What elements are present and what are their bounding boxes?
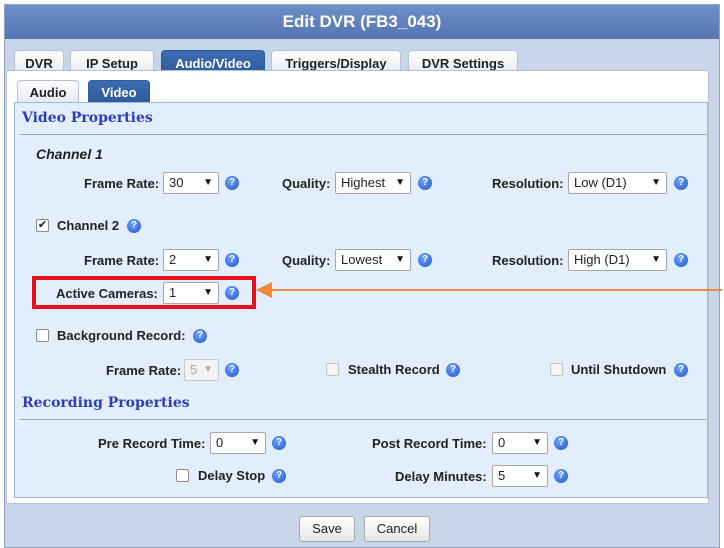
background-record-label: Background Record: <box>57 328 186 343</box>
callout-arrow-icon <box>256 282 272 298</box>
chevron-down-icon: ▼ <box>395 254 405 265</box>
post-record-select[interactable]: 0 ▼ <box>492 432 548 454</box>
help-icon[interactable]: ? <box>193 329 207 343</box>
video-properties-title: Video Properties <box>22 110 153 126</box>
channel1-resolution-label: Resolution: <box>492 176 564 191</box>
help-icon[interactable]: ? <box>272 436 286 450</box>
help-icon[interactable]: ? <box>446 363 460 377</box>
section-divider <box>20 419 706 420</box>
help-icon[interactable]: ? <box>674 363 688 377</box>
help-icon[interactable]: ? <box>225 363 239 377</box>
channel1-frame-rate-select[interactable]: 30 ▼ <box>163 172 219 194</box>
channel2-checkbox[interactable]: ✔ <box>36 219 49 232</box>
delay-stop-label: Delay Stop <box>198 468 266 483</box>
delay-stop-checkbox[interactable] <box>176 469 189 482</box>
channel2-resolution-select[interactable]: High (D1) ▼ <box>568 249 667 271</box>
channel2-quality-select[interactable]: Lowest ▼ <box>335 249 411 271</box>
until-shutdown-checkbox[interactable] <box>550 363 563 376</box>
save-button[interactable]: Save <box>299 516 355 542</box>
section-divider <box>20 134 706 135</box>
channel1-heading: Channel 1 <box>36 146 103 162</box>
channel1-quality-label: Quality: <box>282 176 331 191</box>
help-icon[interactable]: ? <box>127 219 141 233</box>
post-record-label: Post Record Time: <box>372 436 487 451</box>
channel2-quality-value: Lowest <box>341 252 383 267</box>
dialog-title: Edit DVR (FB3_043) <box>5 5 719 39</box>
background-frame-rate-value: 5 <box>190 362 198 377</box>
chevron-down-icon: ▼ <box>651 177 661 188</box>
delay-minutes-value: 5 <box>498 468 506 483</box>
channel1-quality-value: Highest <box>341 175 386 190</box>
chevron-down-icon: ▼ <box>651 254 661 265</box>
until-shutdown-label: Until Shutdown <box>571 362 667 377</box>
help-icon[interactable]: ? <box>418 176 432 190</box>
background-frame-rate-label: Frame Rate: <box>106 363 182 378</box>
chevron-down-icon: ▼ <box>532 470 542 481</box>
pre-record-value: 0 <box>216 435 224 450</box>
background-record-checkbox[interactable] <box>36 329 49 342</box>
channel1-frame-rate-value: 30 <box>169 175 184 190</box>
chevron-down-icon: ▼ <box>532 437 542 448</box>
channel1-frame-rate-label: Frame Rate: <box>84 176 160 191</box>
subtab-video[interactable]: Video <box>88 80 150 104</box>
channel2-resolution-value: High (D1) <box>574 252 630 267</box>
stealth-record-label: Stealth Record <box>348 362 440 377</box>
channel1-quality-select[interactable]: Highest ▼ <box>335 172 411 194</box>
channel2-frame-rate-label: Frame Rate: <box>84 253 160 268</box>
callout-arrow-line <box>262 289 722 291</box>
help-icon[interactable]: ? <box>225 253 239 267</box>
chevron-down-icon: ▼ <box>203 177 213 188</box>
channel2-frame-rate-select[interactable]: 2 ▼ <box>163 249 219 271</box>
channel1-resolution-select[interactable]: Low (D1) ▼ <box>568 172 667 194</box>
subtab-audio[interactable]: Audio <box>17 80 79 104</box>
chevron-down-icon: ▼ <box>203 364 213 375</box>
channel2-frame-rate-value: 2 <box>169 252 177 267</box>
help-icon[interactable]: ? <box>554 436 568 450</box>
channel1-resolution-value: Low (D1) <box>574 175 627 190</box>
channel2-resolution-label: Resolution: <box>492 253 564 268</box>
chevron-down-icon: ▼ <box>203 254 213 265</box>
channel2-quality-label: Quality: <box>282 253 331 268</box>
help-icon[interactable]: ? <box>418 253 432 267</box>
pre-record-select[interactable]: 0 ▼ <box>210 432 266 454</box>
help-icon[interactable]: ? <box>674 176 688 190</box>
delay-minutes-select[interactable]: 5 ▼ <box>492 465 548 487</box>
channel2-label: Channel 2 <box>57 218 120 233</box>
stealth-record-checkbox[interactable] <box>326 363 339 376</box>
chevron-down-icon: ▼ <box>250 437 260 448</box>
help-icon[interactable]: ? <box>554 469 568 483</box>
highlight-box <box>32 276 256 309</box>
delay-minutes-label: Delay Minutes: <box>395 469 487 484</box>
pre-record-label: Pre Record Time: <box>98 436 206 451</box>
chevron-down-icon: ▼ <box>395 177 405 188</box>
help-icon[interactable]: ? <box>674 253 688 267</box>
background-frame-rate-select[interactable]: 5 ▼ <box>184 359 219 381</box>
post-record-value: 0 <box>498 435 506 450</box>
help-icon[interactable]: ? <box>225 176 239 190</box>
cancel-button[interactable]: Cancel <box>364 516 430 542</box>
recording-properties-title: Recording Properties <box>22 395 190 411</box>
help-icon[interactable]: ? <box>272 469 286 483</box>
